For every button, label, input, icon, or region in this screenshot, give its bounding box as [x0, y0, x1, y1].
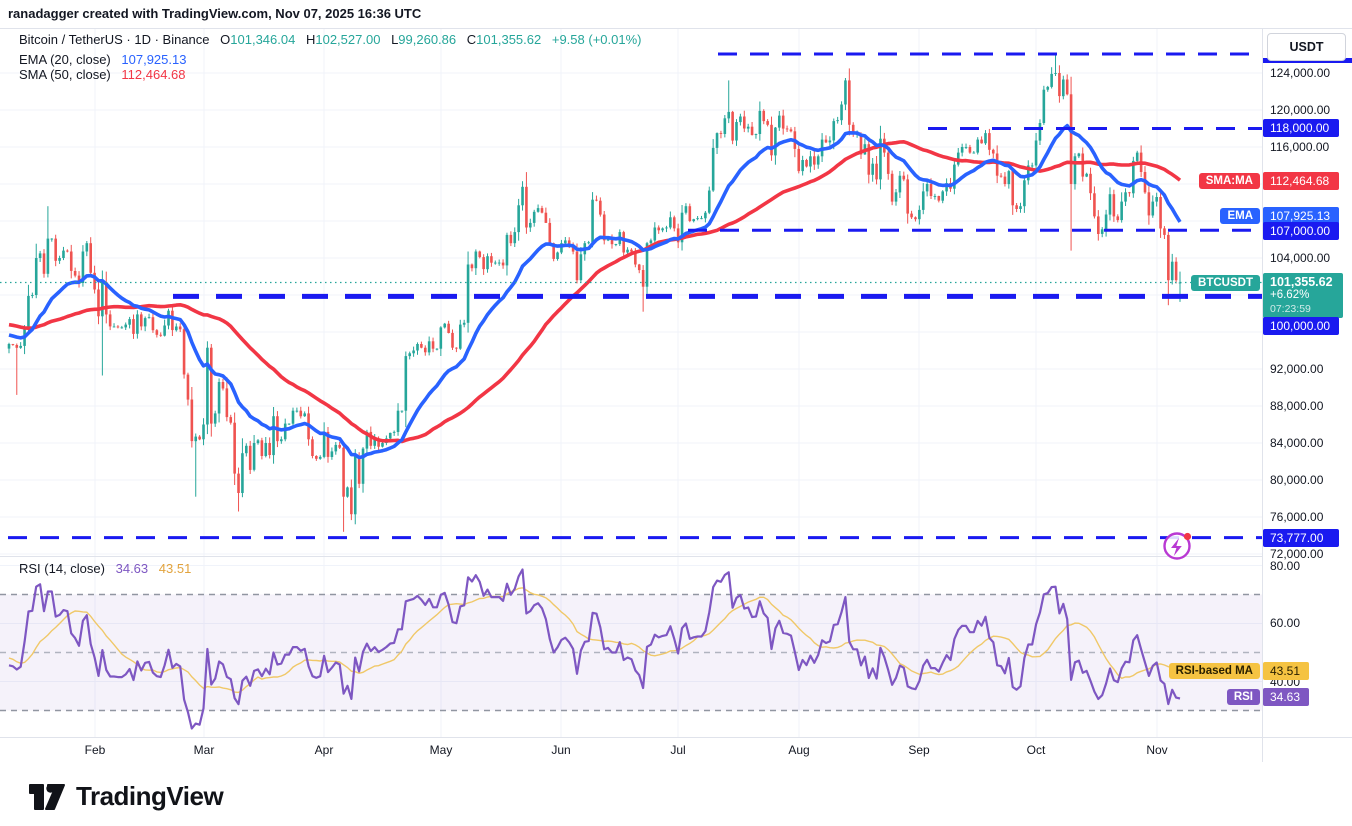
price-axis-label: 76,000.00 [1270, 510, 1323, 524]
time-axis-month-label: Jul [670, 743, 685, 757]
ohlc-close-value: 101,355.62 [476, 32, 541, 47]
tradingview-logo-text: TradingView [76, 781, 223, 812]
time-axis-month-label: Oct [1027, 743, 1046, 757]
sma-value-badge: 112,464.68 [1263, 172, 1339, 190]
candlestick-series [8, 53, 1182, 532]
level-badge-100000: 100,000.00 [1263, 317, 1339, 335]
ohlc-low-value: 99,260.86 [398, 32, 456, 47]
rsi-legend-value: 34.63 [116, 561, 149, 576]
rsi-ma-value-badge: 43.51 [1263, 662, 1309, 680]
time-axis-month-label: Jun [551, 743, 570, 757]
time-axis-divider [0, 737, 1352, 738]
header-divider [0, 28, 1352, 29]
chart-watermark: ranadagger created with TradingView.com,… [8, 6, 421, 21]
price-axis-label: 104,000.00 [1270, 251, 1330, 265]
last-price-change: +6.62% [1270, 289, 1343, 302]
ema-line-tag: EMA [1220, 208, 1260, 224]
symbol-title: Bitcoin / TetherUS · 1D · Binance [19, 32, 210, 47]
rsi-legend-row[interactable]: RSI (14, close) 34.63 43.51 [19, 561, 191, 576]
sma-line [9, 142, 1180, 442]
price-chart-canvas[interactable] [0, 0, 1352, 826]
price-axis-label: 124,000.00 [1270, 66, 1330, 80]
price-axis-label: 92,000.00 [1270, 362, 1323, 376]
price-axis-label: 120,000.00 [1270, 103, 1330, 117]
sma-legend-value: 112,464.68 [121, 67, 185, 82]
price-axis-label: 88,000.00 [1270, 399, 1323, 413]
currency-toggle-button[interactable]: USDT [1267, 33, 1346, 61]
ohlc-high-value: 102,527.00 [315, 32, 380, 47]
tradingview-logo-mark [28, 778, 66, 814]
time-axis-month-label: Mar [194, 743, 215, 757]
time-axis-month-label: Sep [908, 743, 929, 757]
ema-legend-row[interactable]: EMA (20, close) 107,925.13 [19, 52, 186, 67]
sma-legend-row[interactable]: SMA (50, close) 112,464.68 [19, 67, 186, 82]
ohlc-high-label: H [306, 32, 315, 47]
rsi-axis-label: 60.00 [1270, 616, 1300, 630]
level-badge-73777: 73,777.00 [1263, 529, 1339, 547]
pane-divider [0, 556, 1262, 557]
time-axis-month-label: Nov [1146, 743, 1167, 757]
symbol-legend-row[interactable]: Bitcoin / TetherUS · 1D · Binance O101,3… [19, 32, 641, 47]
rsi-legend-label: RSI (14, close) [19, 561, 105, 576]
rsi-ma-line-tag: RSI-based MA [1169, 663, 1260, 679]
time-axis-month-label: Aug [788, 743, 809, 757]
ema-line [9, 126, 1180, 458]
boost-flash-icon[interactable] [1160, 527, 1196, 563]
bar-countdown: 07:23:59 [1270, 303, 1343, 315]
level-badge-118000: 118,000.00 [1263, 119, 1339, 137]
rsi-value-badge: 34.63 [1263, 688, 1309, 706]
sma-line-tag: SMA:MA [1199, 173, 1260, 189]
tradingview-published-chart: { "header": { "watermark": "ranadagger c… [0, 0, 1352, 826]
sma-legend-label: SMA (50, close) [19, 67, 111, 82]
last-price-badge: 101,355.62 +6.62% 07:23:59 [1263, 273, 1343, 318]
level-badge-107000: 107,000.00 [1263, 222, 1339, 240]
ema-legend-value: 107,925.13 [121, 52, 186, 67]
price-axis-label: 84,000.00 [1270, 436, 1323, 450]
price-axis-divider [1262, 28, 1263, 762]
time-axis-month-label: May [430, 743, 453, 757]
ohlc-change-value: +9.58 (+0.01%) [552, 32, 642, 47]
symbol-price-tag: BTCUSDT [1191, 275, 1260, 291]
rsi-ma-legend-value: 43.51 [159, 561, 192, 576]
price-axis-label: 116,000.00 [1270, 140, 1329, 154]
ohlc-open-value: 101,346.04 [230, 32, 295, 47]
tradingview-logo[interactable]: TradingView [28, 778, 223, 814]
rsi-axis-label: 80.00 [1270, 559, 1300, 573]
ohlc-close-label: C [467, 32, 476, 47]
last-price-value: 101,355.62 [1270, 275, 1343, 289]
time-axis-month-label: Feb [85, 743, 106, 757]
price-axis-label: 80,000.00 [1270, 473, 1323, 487]
ema-legend-label: EMA (20, close) [19, 52, 111, 67]
time-axis-month-label: Apr [315, 743, 334, 757]
ohlc-open-label: O [220, 32, 230, 47]
rsi-line-tag: RSI [1227, 689, 1260, 705]
notification-dot [1184, 533, 1191, 540]
